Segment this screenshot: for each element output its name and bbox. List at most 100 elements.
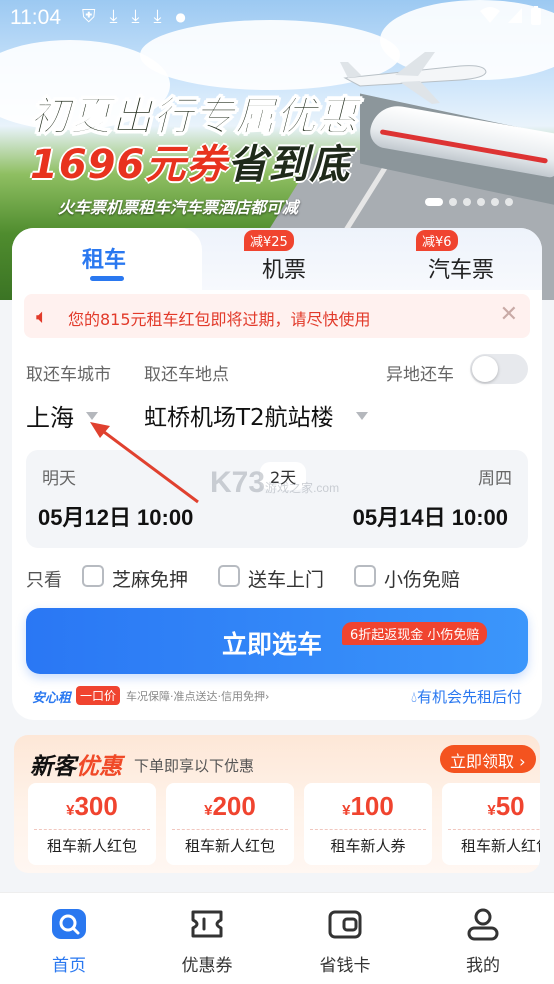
- watermark-main: K73: [210, 466, 266, 499]
- ticket-icon: [191, 910, 223, 938]
- end-day: 周四: [478, 469, 512, 489]
- banner-subline: 火车票机票租车汽车票酒店都可减: [58, 198, 299, 217]
- download-icon: ⤓: [153, 6, 162, 27]
- close-icon[interactable]: ✕: [500, 302, 518, 327]
- claim-button[interactable]: 立即领取 ›: [440, 745, 536, 773]
- watermark-sub: 游戏之家: [265, 481, 314, 495]
- different-return-toggle[interactable]: [470, 354, 528, 384]
- coupon-value: 200: [212, 791, 256, 821]
- coupon-amount: ¥50: [442, 791, 540, 822]
- assurance-bar[interactable]: 安心租 一口价 车况保障·准点送达·信用免押› 💧︎有机会先租后付: [32, 686, 522, 708]
- bottom-nav: 首页 优惠券 省钱卡 我的: [0, 892, 554, 984]
- promo-subtitle: 下单即享以下优惠: [134, 757, 255, 775]
- fixed-price-badge: 一口价: [76, 686, 121, 705]
- nav-label: 我的: [466, 956, 500, 976]
- checkbox-minor-damage-waiver[interactable]: [354, 565, 376, 587]
- filter-option[interactable]: 小伤免赔: [384, 565, 460, 592]
- battery-icon: [531, 6, 541, 25]
- carousel-dot: [463, 198, 471, 206]
- banner-amount-suffix: 省到底: [227, 142, 351, 188]
- select-car-label: 立即选车: [222, 630, 323, 659]
- select-car-button[interactable]: 立即选车 6折起返现金 小伤免赔: [26, 608, 528, 674]
- coupon-value: 100: [350, 791, 394, 821]
- city-label: 取还车城市: [26, 365, 111, 385]
- notice-text: 您的815元租车红包即将过期，请尽快使用: [68, 310, 371, 329]
- coupon-card[interactable]: ¥300 租车新人红包: [28, 783, 156, 865]
- coupon-value: 300: [74, 791, 118, 821]
- banner-amount-value: 1696元券: [30, 142, 228, 188]
- nav-item-profile[interactable]: 我的: [414, 893, 552, 984]
- city-value: 上海: [26, 404, 74, 432]
- watermark-domain: .com: [313, 481, 340, 495]
- tab-car-rental[interactable]: 租车: [12, 228, 202, 294]
- tab-flights[interactable]: 减¥25 机票: [222, 228, 352, 290]
- assurance-brand: 安心租: [32, 691, 72, 706]
- coupon-label: 租车新人红包: [184, 837, 275, 855]
- promo-title: 新客优惠: [30, 747, 122, 781]
- nav-label: 优惠券: [181, 956, 233, 976]
- checkbox-car-delivery[interactable]: [218, 565, 240, 587]
- coupon-card[interactable]: ¥200 租车新人红包: [166, 783, 294, 865]
- signal-icon: [508, 8, 522, 23]
- home-search-icon: [52, 909, 86, 939]
- filter-option[interactable]: 送车上门: [248, 565, 324, 592]
- banner-amount: 1696元券省到底: [30, 132, 350, 190]
- coupon-label: 租车新人红包: [46, 837, 137, 855]
- airplane-graphic: [340, 52, 487, 104]
- expiry-notice[interactable]: 🔈︎ 您的815元租车红包即将过期，请尽快使用 ✕: [24, 294, 530, 338]
- carousel-dot-active: [425, 198, 443, 206]
- status-time: 11:04: [10, 6, 61, 29]
- user-icon: [467, 908, 499, 941]
- coupon-label: 租车新人券: [330, 837, 406, 855]
- nav-item-savings-card[interactable]: 省钱卡: [276, 893, 414, 984]
- download-icon: ⤓: [131, 6, 140, 27]
- toggle-knob: [472, 356, 498, 382]
- promo-title-a: 新客: [30, 754, 76, 780]
- caret-down-icon: [356, 412, 368, 420]
- cta-promo-tag: 6折起返现金 小伤免赔: [342, 622, 488, 645]
- rent-first-label: 有机会先租后付: [416, 688, 522, 706]
- promo-title-b: 优惠: [76, 754, 122, 780]
- nav-item-home[interactable]: 首页: [0, 893, 138, 984]
- tab-bus-tickets[interactable]: 减¥6 汽车票: [402, 228, 542, 290]
- carousel-dot: [477, 198, 485, 206]
- coupon-label: 租车新人红包: [460, 837, 540, 855]
- location-label: 取还车地点: [144, 365, 229, 385]
- download-icon: ⤓: [109, 6, 118, 27]
- tab-label: 机票: [262, 258, 307, 283]
- tab-badge: 减¥6: [416, 230, 458, 251]
- wallet-card-icon: [328, 910, 362, 939]
- coupon-amount: ¥100: [304, 791, 432, 822]
- start-day: 明天: [42, 469, 76, 489]
- active-tab-indicator: [90, 276, 124, 281]
- end-datetime[interactable]: 05月14日 10:00: [353, 500, 508, 532]
- coupon-card[interactable]: ¥100 租车新人券: [304, 783, 432, 865]
- carousel-dot: [449, 198, 457, 206]
- nav-label: 首页: [52, 956, 86, 976]
- coupon-amount: ¥300: [28, 791, 156, 822]
- filter-option[interactable]: 芝麻免押: [112, 565, 188, 592]
- coupon-card[interactable]: ¥50 租车新人红包: [442, 783, 540, 865]
- currency-symbol: ¥: [487, 802, 496, 819]
- carousel-dot: [505, 198, 513, 206]
- tab-label: 汽车票: [428, 258, 495, 283]
- category-tabs: 租车 减¥25 机票 减¥6 汽车票: [12, 228, 542, 294]
- filter-label: 只看: [26, 570, 62, 591]
- new-customer-promo: 新客优惠 下单即享以下优惠 立即领取 › ¥300 租车新人红包 ¥200 租车…: [14, 735, 540, 873]
- tab-label: 租车: [82, 248, 127, 273]
- nav-item-coupons[interactable]: 优惠券: [138, 893, 276, 984]
- nav-label: 省钱卡: [319, 956, 371, 976]
- different-return-label: 异地还车: [386, 365, 454, 385]
- coupon-value: 50: [495, 791, 525, 821]
- carousel-indicator: [425, 198, 513, 206]
- site-watermark: K73游戏之家.com: [210, 466, 339, 500]
- rent-first-pay-later[interactable]: 💧︎有机会先租后付: [411, 686, 522, 707]
- shield-icon: ⛨: [82, 6, 96, 27]
- dot-icon: ●: [175, 10, 186, 24]
- coupon-amount: ¥200: [166, 791, 294, 822]
- speaker-icon: 🔈︎: [36, 304, 48, 328]
- annotation-arrow: [90, 422, 199, 504]
- status-bar: 11:04 ⛨ ⤓ ⤓ ⤓ ●: [0, 0, 554, 36]
- checkbox-zhima-deposit-free[interactable]: [82, 565, 104, 587]
- wifi-icon: [480, 7, 500, 23]
